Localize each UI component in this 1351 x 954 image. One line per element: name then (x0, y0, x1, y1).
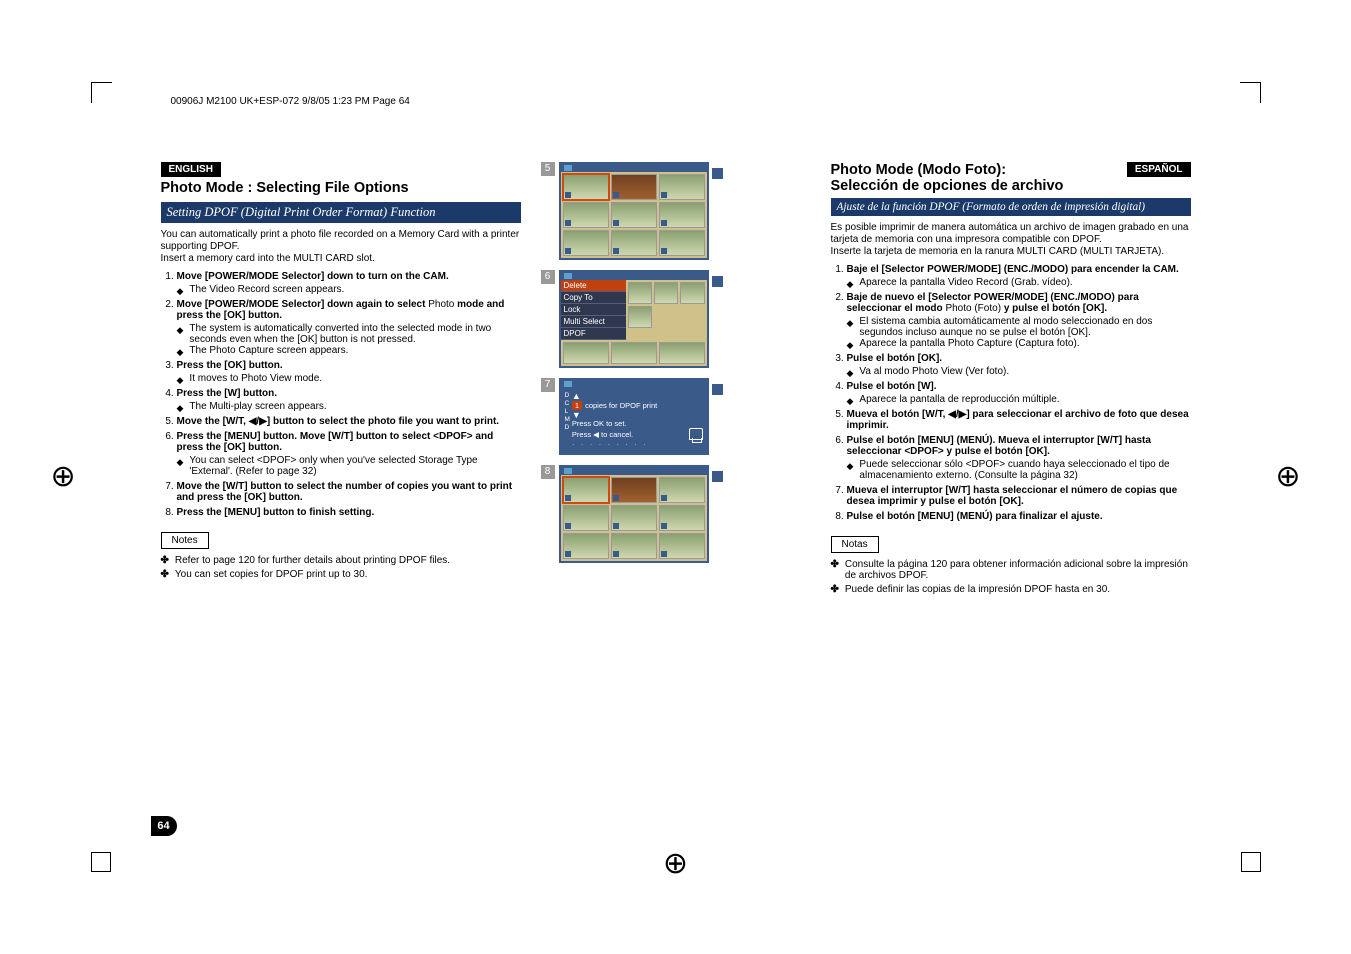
print-icon (712, 276, 723, 287)
print-icon (712, 168, 723, 179)
step-item: Pulse el botón [MENU] (MENÚ). Mueva el i… (847, 435, 1191, 481)
screen-mockup (559, 465, 709, 563)
dpof-ok-label: Press OK to set. (572, 419, 703, 428)
illustration-number: 6 (541, 270, 555, 284)
illustration-strip: 5 6 Delete (541, 162, 721, 598)
notes-label-en: Notes (161, 532, 209, 549)
step-item: Pulse el botón [W]. ◆Aparece la pantalla… (847, 381, 1191, 405)
lang-badge-english: ENGLISH (161, 162, 221, 177)
print-header-line: 00906J M2100 UK+ESP-072 9/8/05 1:23 PM P… (171, 96, 410, 107)
step-item: Press the [MENU] button. Move [W/T] butt… (177, 431, 521, 477)
illustration-8: 8 (541, 465, 721, 563)
dpof-copies-number: 1 (572, 401, 582, 410)
screen-mockup (559, 162, 709, 260)
subsection-bar-en: Setting DPOF (Digital Print Order Format… (161, 202, 521, 223)
dpof-dots: · · · · · · · · · (572, 440, 703, 449)
menu-item: Delete (561, 280, 626, 292)
menu-item: DPOF (561, 328, 626, 340)
step-item: Press the [MENU] button to finish settin… (177, 507, 521, 518)
step-item: Mueva el interruptor [W/T] hasta selecci… (847, 485, 1191, 507)
section-title-en: Photo Mode : Selecting File Options (161, 180, 521, 196)
print-icon (712, 384, 723, 395)
lang-badge-spanish: ESPAÑOL (1127, 162, 1191, 177)
step-item: Move the [W/T] button to select the numb… (177, 481, 521, 503)
menu-item: Lock (561, 304, 626, 316)
printer-icon (689, 428, 703, 440)
arrow-down-icon: ▼ (572, 411, 703, 419)
subsection-bar-es: Ajuste de la función DPOF (Formato de or… (831, 198, 1191, 216)
steps-list-es: Baje el [Selector POWER/MODE] (ENC./MODO… (831, 264, 1191, 522)
step-item: Baje el [Selector POWER/MODE] (ENC./MODO… (847, 264, 1191, 288)
illustration-number: 5 (541, 162, 555, 176)
context-menu: Delete Copy To Lock Multi Select DPOF (561, 280, 626, 340)
illustration-number: 7 (541, 378, 555, 392)
page-body: ENGLISH Photo Mode : Selecting File Opti… (161, 162, 1191, 598)
print-icon (712, 471, 723, 482)
column-spanish: Photo Mode (Modo Foto): Selección de opc… (831, 162, 1191, 598)
menu-item: Multi Select (561, 316, 626, 328)
screen-mockup: Delete Copy To Lock Multi Select DPOF (559, 270, 709, 368)
illustration-7: 7 D C L M D ▲ (541, 378, 721, 455)
screen-mockup: D C L M D ▲ 1 copies for DPOF print ▼ Pr… (559, 378, 709, 455)
dpof-copies-label: copies for DPOF print (585, 401, 657, 410)
step-item: Move the [W/T, ◀/▶] button to select the… (177, 416, 521, 427)
notes-list-es: ✤Consulte la página 120 para obtener inf… (831, 559, 1191, 595)
step-item: Move [POWER/MODE Selector] down again to… (177, 299, 521, 356)
steps-list-en: Move [POWER/MODE Selector] down to turn … (161, 271, 521, 518)
intro-text-es: Es posible imprimir de manera automática… (831, 222, 1191, 258)
step-item: Move [POWER/MODE Selector] down to turn … (177, 271, 521, 295)
notes-label-es: Notas (831, 536, 879, 553)
arrow-up-icon: ▲ (572, 392, 703, 400)
step-item: Press the [W] button. ◆The Multi-play sc… (177, 388, 521, 412)
column-english: ENGLISH Photo Mode : Selecting File Opti… (161, 162, 521, 598)
menu-item: Copy To (561, 292, 626, 304)
section-title-es-1: Photo Mode (Modo Foto): (831, 162, 1064, 178)
notes-list-en: ✤Refer to page 120 for further details a… (161, 555, 521, 580)
step-item: Pulse el botón [MENU] (MENÚ) para finali… (847, 511, 1191, 522)
dpof-letters: D C L M D (565, 392, 570, 449)
intro-text-en: You can automatically print a photo file… (161, 229, 521, 265)
illustration-number: 8 (541, 465, 555, 479)
dpof-cancel-label: Press ◀ to cancel. (572, 430, 633, 439)
illustration-6: 6 Delete Copy To Lock Multi Select DPOF (541, 270, 721, 368)
step-item: Press the [OK] button. ◆It moves to Phot… (177, 360, 521, 384)
page-number-badge: 64 (151, 816, 177, 836)
step-item: Mueva el botón [W/T, ◀/▶] para seleccion… (847, 409, 1191, 431)
step-item: Pulse el botón [OK]. ◆Va al modo Photo V… (847, 353, 1191, 377)
document-sheet: ⊕ ⊕ ⊕ 00906J M2100 UK+ESP-072 9/8/05 1:2… (91, 82, 1261, 872)
section-title-es-2: Selección de opciones de archivo (831, 178, 1064, 194)
step-item: Baje de nuevo el [Selector POWER/MODE] (… (847, 292, 1191, 349)
illustration-5: 5 (541, 162, 721, 260)
